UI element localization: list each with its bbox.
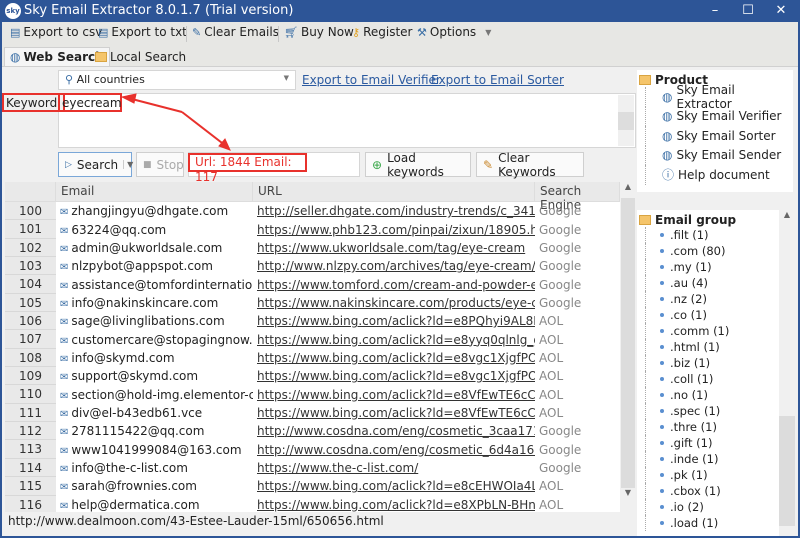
arrow-to-keyword <box>127 97 183 113</box>
arrowhead <box>120 93 137 104</box>
arrow-to-status <box>181 111 227 147</box>
annotation-arrows <box>120 93 231 151</box>
